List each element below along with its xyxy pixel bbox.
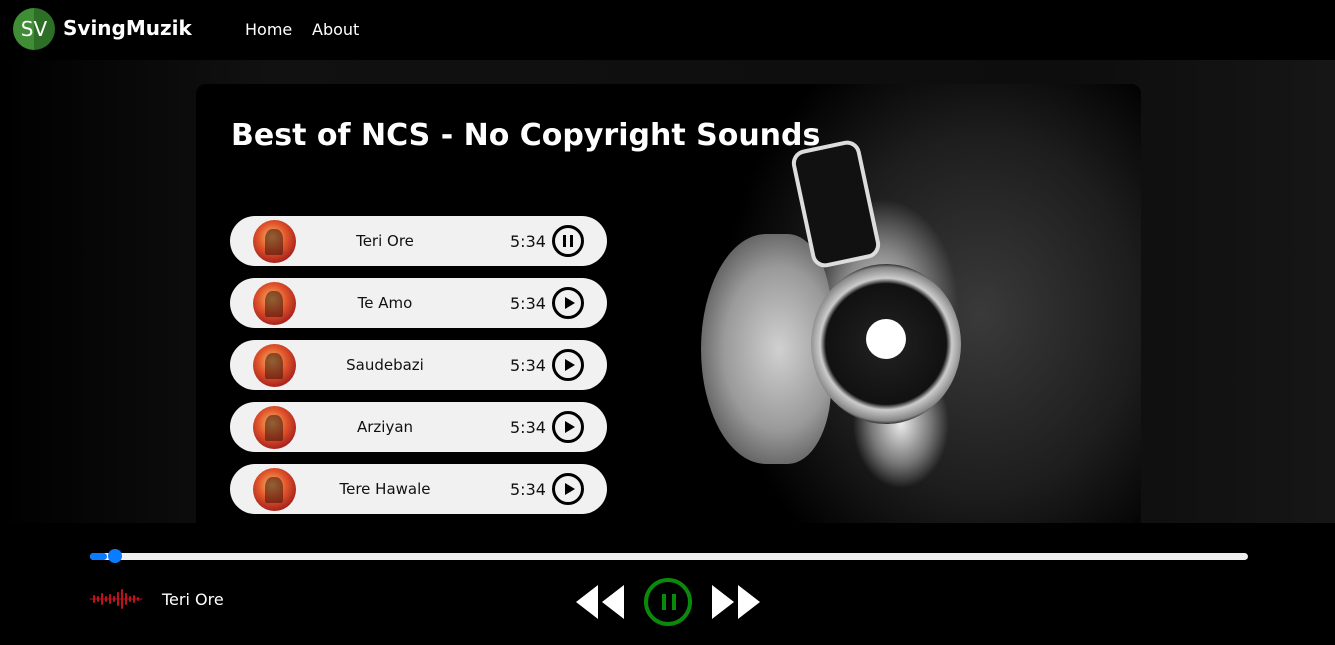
playlist-card: Best of NCS - No Copyright Sounds Teri O… [196, 84, 1141, 523]
progress-bar[interactable] [90, 549, 1248, 563]
song-cover-image [253, 344, 296, 387]
song-cover-image [253, 282, 296, 325]
song-item[interactable]: Te Amo 5:34 [230, 278, 607, 328]
progress-fill [90, 553, 108, 560]
song-item[interactable]: Tere Hawale 5:34 [230, 464, 607, 514]
previous-icon[interactable] [574, 583, 626, 621]
song-duration: 5:34 [510, 293, 546, 313]
song-cover-image [253, 220, 296, 263]
song-title: Teri Ore [356, 232, 414, 250]
waveform-icon [89, 589, 143, 609]
song-title: Tere Hawale [339, 480, 431, 498]
song-duration: 5:34 [510, 417, 546, 437]
nav-link-about[interactable]: About [312, 20, 359, 39]
logo-text: SV [20, 17, 48, 41]
top-nav: SV SvingMuzik Home About [0, 0, 1335, 60]
player-bar: Teri Ore [0, 523, 1335, 645]
play-icon[interactable] [552, 473, 584, 505]
progress-knob[interactable] [108, 549, 123, 563]
now-playing-title: Teri Ore [162, 590, 224, 609]
brand-name[interactable]: SvingMuzik [63, 16, 192, 40]
play-icon[interactable] [552, 411, 584, 443]
song-duration: 5:34 [510, 355, 546, 375]
play-icon[interactable] [552, 287, 584, 319]
pause-icon[interactable] [552, 225, 584, 257]
song-cover-image [253, 468, 296, 511]
playlist-title: Best of NCS - No Copyright Sounds [231, 118, 821, 153]
song-title: Arziyan [356, 418, 414, 436]
skull-logo [866, 319, 906, 359]
song-title: Te Amo [357, 294, 413, 312]
song-list: Teri Ore 5:34 Te Amo 5:34 Saudebazi 5:34… [230, 216, 607, 523]
song-title: Saudebazi [346, 356, 424, 374]
nav-link-home[interactable]: Home [245, 20, 292, 39]
next-icon[interactable] [710, 583, 762, 621]
song-item[interactable]: Teri Ore 5:34 [230, 216, 607, 266]
song-item[interactable]: Arziyan 5:34 [230, 402, 607, 452]
play-icon[interactable] [552, 349, 584, 381]
pause-icon[interactable] [644, 578, 692, 626]
song-cover-image [253, 406, 296, 449]
song-item[interactable]: Saudebazi 5:34 [230, 340, 607, 390]
logo[interactable]: SV [13, 8, 55, 50]
song-duration: 5:34 [510, 479, 546, 499]
song-duration: 5:34 [510, 231, 546, 251]
